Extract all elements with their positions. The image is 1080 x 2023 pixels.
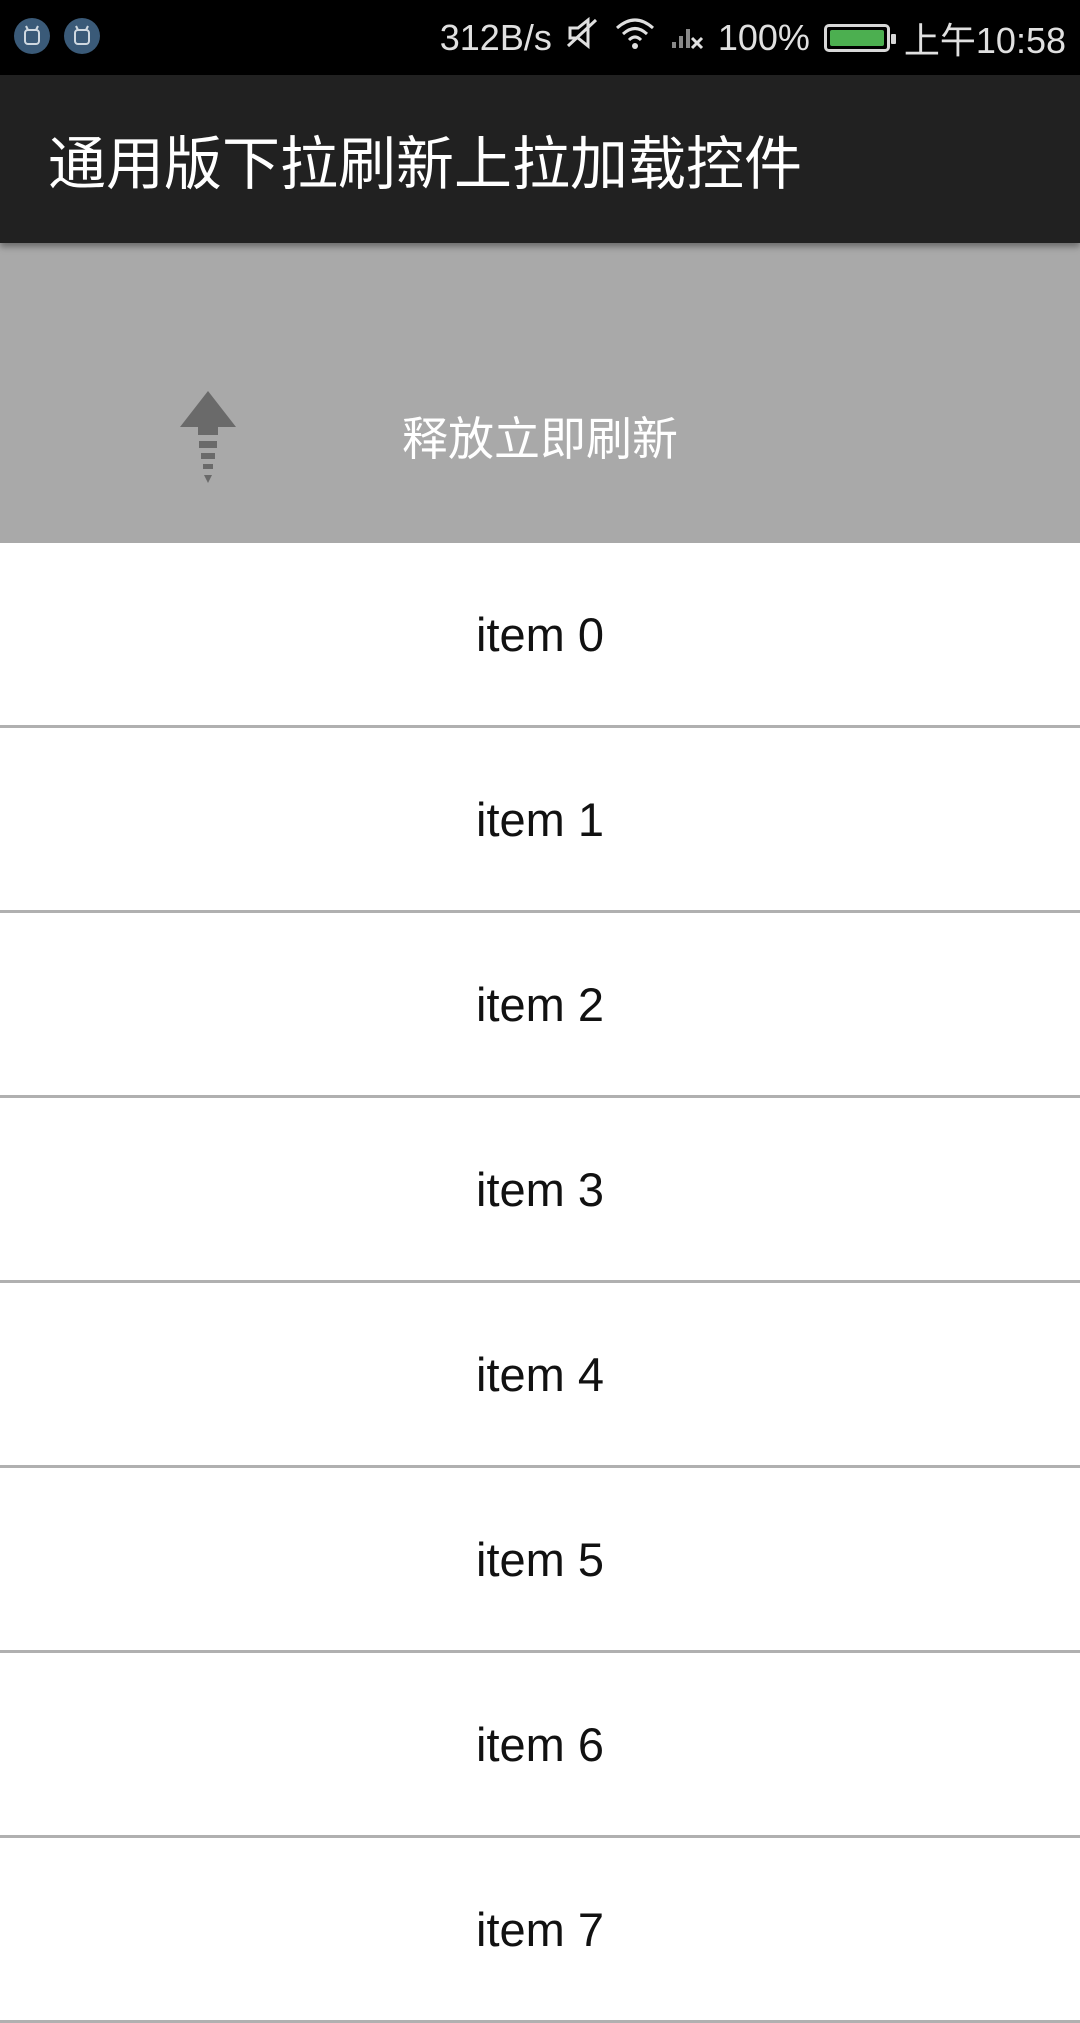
android-icon <box>14 18 50 54</box>
android-icon <box>64 18 100 54</box>
status-bar: 312B/s 100% 上午10:58 <box>0 0 1080 75</box>
page-title: 通用版下拉刷新上拉加载控件 <box>48 130 803 198</box>
wifi-icon <box>614 16 656 59</box>
list-item[interactable]: item 4 <box>0 1283 1080 1468</box>
refresh-label: 释放立即刷新 <box>402 412 678 466</box>
list-item[interactable]: item 3 <box>0 1098 1080 1283</box>
list-item[interactable]: item 0 <box>0 543 1080 728</box>
net-speed: 312B/s <box>439 16 552 58</box>
status-indicators: 312B/s 100% 上午10:58 <box>440 0 1066 75</box>
battery-percent: 100% <box>717 16 810 58</box>
battery-icon <box>823 23 896 52</box>
pull-refresh-header: 释放立即刷新 <box>0 243 1080 543</box>
app-bar: 通用版下拉刷新上拉加载控件 <box>0 75 1080 243</box>
refresh-status-text: 释放立即刷新 <box>0 243 1080 543</box>
item-list[interactable]: item 0 item 1 item 2 item 3 item 4 item … <box>0 543 1080 2023</box>
list-item[interactable]: item 2 <box>0 913 1080 1098</box>
list-item[interactable]: item 1 <box>0 728 1080 913</box>
list-item[interactable]: item 7 <box>0 1838 1080 2023</box>
list-item[interactable]: item 5 <box>0 1468 1080 1653</box>
clock: 上午10:58 <box>903 19 1066 61</box>
notification-icons <box>14 18 100 58</box>
list-item[interactable]: item 6 <box>0 1653 1080 1838</box>
signal-icon <box>670 16 704 59</box>
mute-icon <box>566 16 600 59</box>
